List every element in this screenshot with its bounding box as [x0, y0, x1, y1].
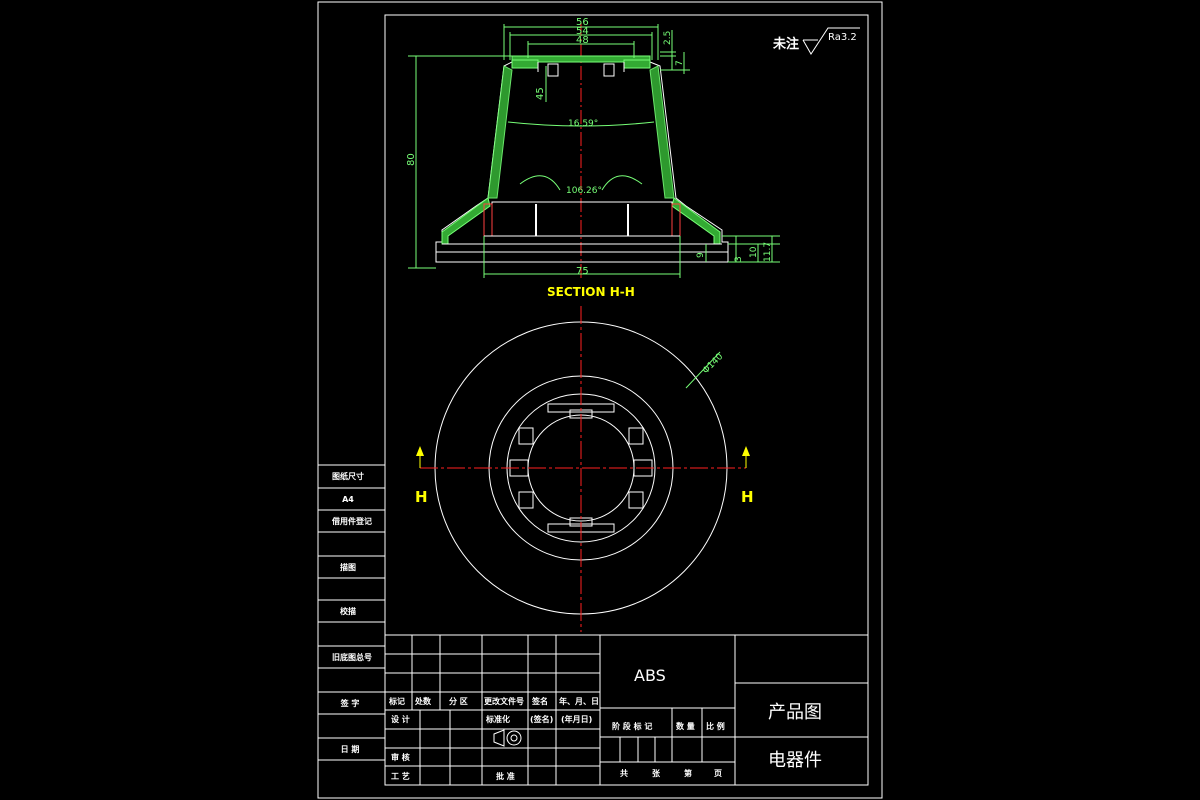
stage-mark-label: 阶 段 标 记: [612, 721, 652, 731]
scale-label: 比 例: [706, 721, 725, 731]
side-check-trace: 校描: [340, 606, 356, 616]
dim-3: 3: [734, 256, 744, 262]
sheets-sheet: 张: [652, 769, 661, 778]
review-label: 审 核: [391, 752, 410, 762]
ymd-label: (年月日): [561, 714, 592, 724]
angle-upper-label: 16.59°: [568, 119, 598, 129]
cut-marker-left: H: [415, 488, 428, 506]
qty-label: 数 量: [676, 721, 695, 731]
rev-sign: 签名: [531, 696, 548, 706]
side-date: 日 期: [341, 744, 360, 754]
dim-48: 48: [576, 35, 589, 46]
drawing-name: 产品图: [768, 702, 822, 723]
cad-drawing-sheet: 未注 Ra3.2 16.59° 106.26° 56 54 48 2.5 7 4…: [0, 0, 1200, 800]
rev-mark: 标记: [388, 696, 405, 706]
rev-date: 年、月、日: [559, 696, 599, 706]
side-paper-size: 图纸尺寸: [332, 471, 364, 481]
shell-top-left-lip: [511, 59, 539, 69]
side-trace: 描图: [340, 562, 356, 572]
dim-45: 45: [535, 87, 546, 100]
section-title: SECTION H-H: [547, 285, 635, 299]
sheets-page: 页: [714, 769, 722, 778]
side-borrow-reg: 借用件登记: [331, 516, 372, 526]
process-label: 工 艺: [391, 771, 410, 781]
rev-zone: 分 区: [449, 696, 468, 706]
roughness-value: Ra3.2: [828, 32, 857, 43]
dim-9: 9: [696, 252, 706, 258]
rev-doc-no: 更改文件号: [484, 696, 524, 706]
cut-marker-right: H: [741, 488, 754, 506]
design-label: 设 计: [391, 714, 410, 724]
sign-name-label: (签名): [530, 714, 553, 724]
part-name: 电器件: [768, 750, 822, 771]
angle-lower-label: 106.26°: [566, 186, 602, 196]
sheets-total: 共: [620, 768, 628, 778]
dim-11-7: 11.7: [763, 242, 773, 262]
rev-count: 处数: [414, 696, 432, 706]
standardize-label: 标准化: [485, 714, 510, 724]
dim-75: 75: [576, 266, 589, 277]
dim-7: 7: [675, 60, 685, 66]
approve-label: 批 准: [496, 771, 515, 781]
side-signature: 签 字: [340, 698, 360, 708]
material-text: ABS: [634, 666, 666, 685]
roughness-label: 未注: [772, 36, 799, 52]
shell-top-right-lip: [623, 59, 651, 69]
dim-80: 80: [406, 153, 417, 166]
dim-2-5: 2.5: [663, 31, 673, 45]
sheets-no: 第: [684, 768, 692, 778]
side-old-base: 旧底图总号: [332, 652, 372, 662]
side-paper-value: A4: [342, 495, 354, 504]
dim-10: 10: [749, 246, 759, 258]
